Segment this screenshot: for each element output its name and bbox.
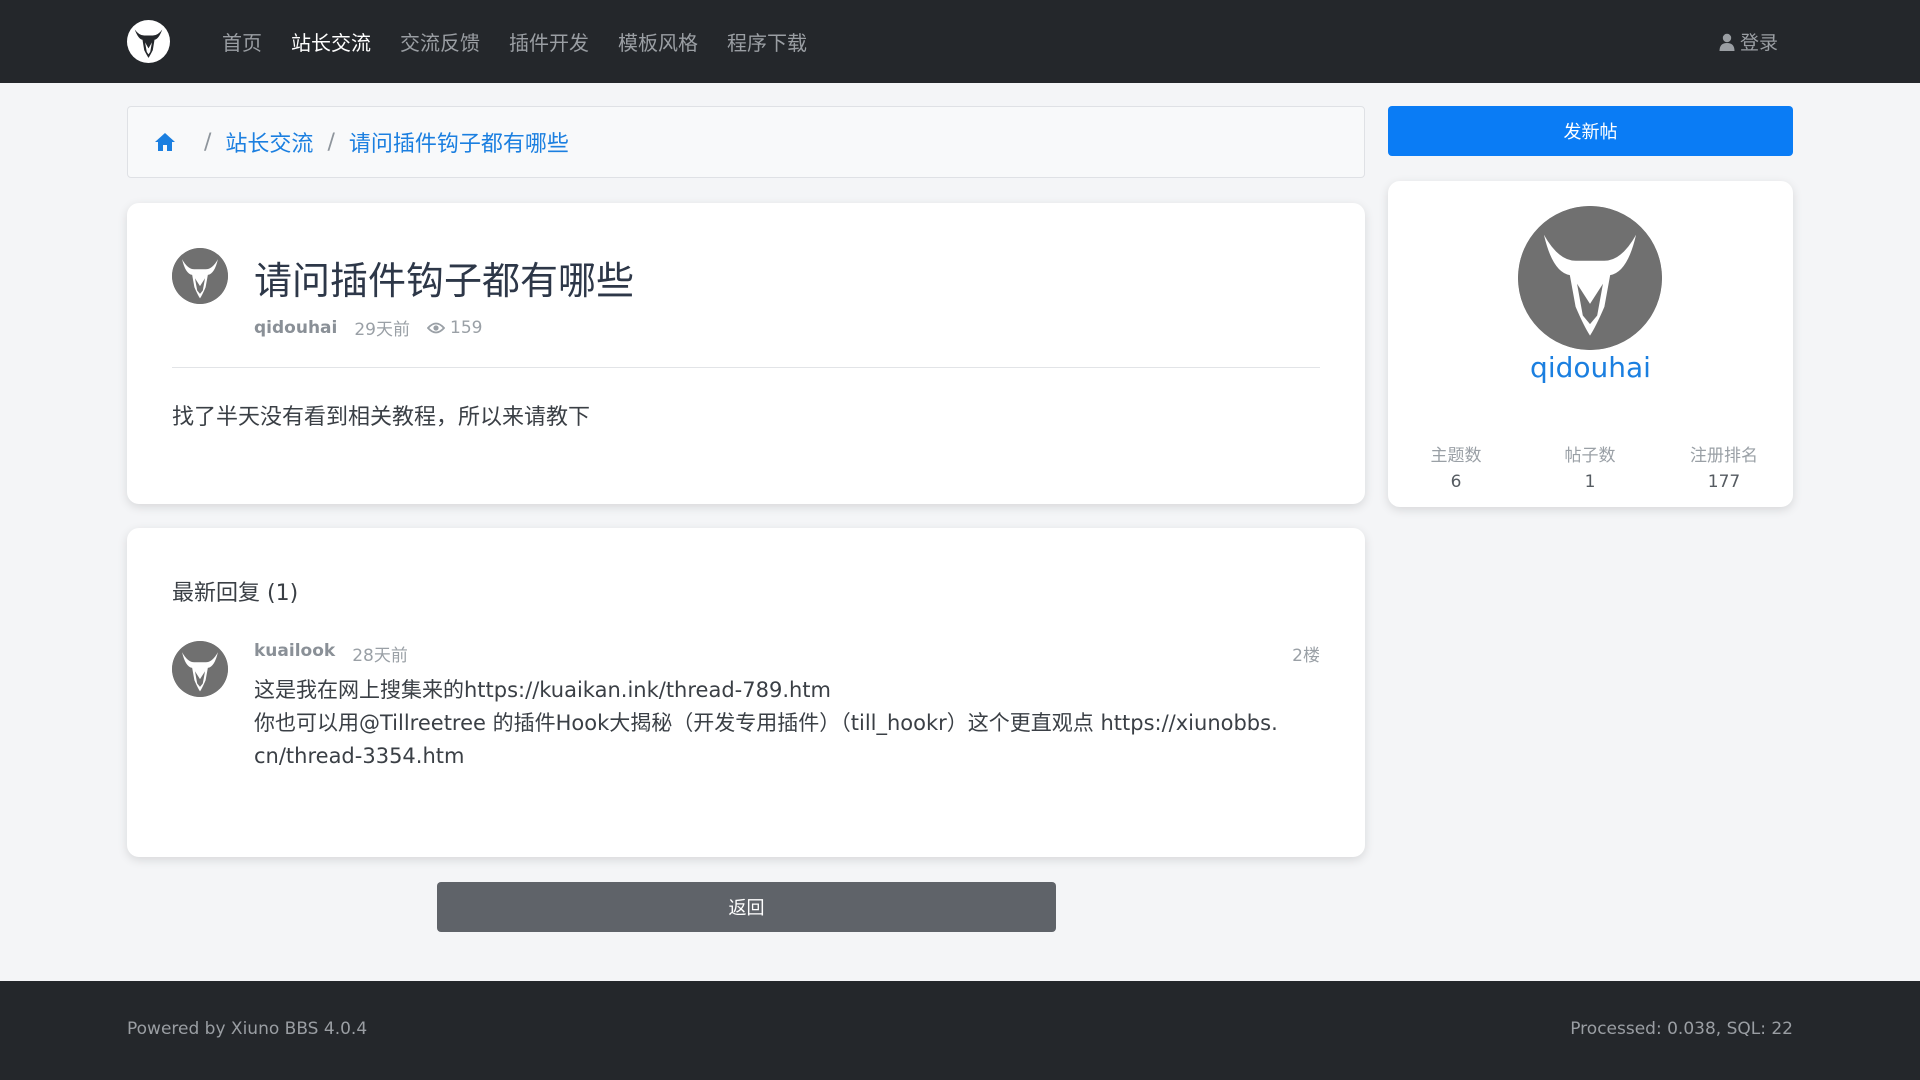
author-profile-card: qidouhai 主题数 6 帖子数 1 注册排名 177 xyxy=(1388,181,1793,507)
stat-label: 主题数 xyxy=(1430,446,1482,466)
replies-card: 最新回复 (1) kuailook 28天前 2楼 这是我在网上搜集来的http… xyxy=(127,528,1365,857)
thread-post-card: 请问插件钩子都有哪些 qidouhai 29天前 159 找了半天没有看到相关教… xyxy=(127,203,1365,504)
home-icon[interactable] xyxy=(154,132,176,152)
stat-value: 1 xyxy=(1584,472,1596,492)
thread-meta: qidouhai 29天前 159 xyxy=(254,315,483,341)
reply-body: 这是我在网上搜集来的https://kuaikan.ink/thread-789… xyxy=(254,674,1320,773)
thread-views: 159 xyxy=(450,317,483,338)
stat-value: 6 xyxy=(1450,472,1462,492)
breadcrumb-thread[interactable]: 请问插件钩子都有哪些 xyxy=(349,126,569,158)
top-navbar: 首页 站长交流 交流反馈 插件开发 模板风格 程序下载 登录 xyxy=(0,0,1920,83)
reply-line: cn/thread-3354.htm xyxy=(254,744,465,768)
stat-threads: 主题数 6 xyxy=(1396,441,1516,492)
author-avatar[interactable] xyxy=(172,248,228,304)
nav-link-home[interactable]: 首页 xyxy=(222,27,262,56)
thread-body: 找了半天没有看到相关教程，所以来请教下 xyxy=(172,405,591,430)
stat-label: 帖子数 xyxy=(1564,446,1616,466)
replies-heading: 最新回复 (1) xyxy=(172,581,299,606)
profile-avatar[interactable] xyxy=(1518,206,1662,350)
breadcrumb-forum[interactable]: 站长交流 xyxy=(225,126,313,158)
thread-title: 请问插件钩子都有哪些 xyxy=(254,259,635,303)
user-icon xyxy=(1719,33,1735,51)
nav-link-plugin-dev[interactable]: 插件开发 xyxy=(509,27,589,56)
bull-head-logo-icon[interactable] xyxy=(127,20,170,63)
reply-line: 这是我在网上搜集来的https://kuaikan.ink/thread-789… xyxy=(254,678,831,702)
eye-icon xyxy=(427,322,445,333)
login-label: 登录 xyxy=(1739,32,1778,54)
login-link[interactable]: 登录 xyxy=(1719,0,1778,83)
stat-posts: 帖子数 1 xyxy=(1530,441,1650,492)
reply-author[interactable]: kuailook xyxy=(254,641,335,666)
nav-links: 首页 站长交流 交流反馈 插件开发 模板风格 程序下载 xyxy=(222,0,836,83)
footer-stats: Processed: 0.038, SQL: 22 xyxy=(1570,1019,1793,1039)
breadcrumb-separator: / xyxy=(327,129,335,155)
stat-label: 注册排名 xyxy=(1690,446,1758,466)
stat-rank: 注册排名 177 xyxy=(1664,441,1784,492)
reply-floor: 2楼 xyxy=(1292,646,1320,666)
nav-link-feedback[interactable]: 交流反馈 xyxy=(400,27,480,56)
reply-author-avatar[interactable] xyxy=(172,641,228,697)
back-button[interactable]: 返回 xyxy=(437,882,1056,932)
page-footer: Powered by Xiuno BBS 4.0.4 Processed: 0.… xyxy=(0,981,1920,1080)
divider xyxy=(172,367,1320,368)
nav-link-templates[interactable]: 模板风格 xyxy=(618,27,698,56)
reply-time: 28天前 xyxy=(352,646,408,666)
profile-username[interactable]: qidouhai xyxy=(1388,351,1793,384)
stat-value: 177 xyxy=(1707,472,1741,492)
reply-line: 你也可以用@Tillreetree 的插件Hook大揭秘（开发专用插件）（til… xyxy=(254,711,1278,735)
breadcrumb-separator: / xyxy=(204,129,212,155)
thread-author[interactable]: qidouhai xyxy=(254,318,337,338)
breadcrumb: / 站长交流 / 请问插件钩子都有哪些 xyxy=(127,106,1365,178)
reply-meta: kuailook 28天前 xyxy=(254,641,408,666)
new-post-button[interactable]: 发新帖 xyxy=(1388,106,1793,156)
nav-link-downloads[interactable]: 程序下载 xyxy=(727,27,807,56)
footer-powered-by: Powered by Xiuno BBS 4.0.4 xyxy=(127,1019,368,1039)
thread-time: 29天前 xyxy=(354,320,410,340)
nav-link-webmaster[interactable]: 站长交流 xyxy=(291,27,371,56)
